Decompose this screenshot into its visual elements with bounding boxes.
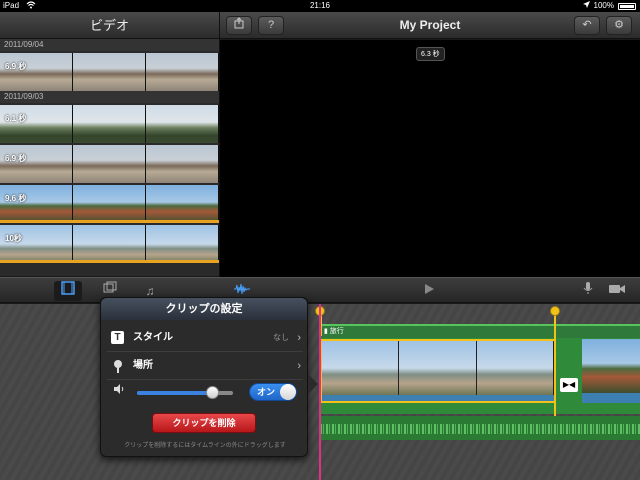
audio-waveform	[320, 424, 640, 434]
volume-slider-fill	[137, 391, 212, 395]
clip-frame	[399, 341, 477, 395]
settings-button[interactable]: ⚙	[606, 16, 632, 35]
audio-toggle-label: オン	[257, 387, 276, 397]
media-clip[interactable]: 9.6 秒	[0, 185, 219, 223]
video-viewer[interactable]: 6.3 秒	[220, 40, 640, 277]
camera-icon	[608, 284, 626, 298]
speaker-icon	[113, 384, 125, 397]
media-browser-list[interactable]: 2011/09/04 6.9 秒 2011/09/03 6.1 秒 6.9 秒 9.6 秒…	[0, 39, 219, 276]
clip-thumbnails	[0, 53, 219, 91]
clip-thumbnails	[322, 341, 554, 395]
toggle-knob	[280, 384, 296, 400]
photos-icon	[103, 281, 117, 298]
location-arrow-icon	[582, 0, 590, 12]
clip-frame	[0, 185, 73, 220]
style-row[interactable]: T スタイル なし ›	[107, 324, 303, 352]
delete-clip-button[interactable]: クリップを削除	[152, 413, 256, 433]
location-row[interactable]: 場所 ›	[107, 352, 303, 380]
media-clip[interactable]: 6.9 秒	[0, 145, 219, 183]
clip-frame	[0, 225, 73, 260]
status-bar: iPad 21:16 100%	[0, 0, 640, 12]
duration-badge: 6.3 秒	[416, 47, 445, 61]
clip-duration: 10秒	[5, 234, 22, 243]
clip-thumbnails	[0, 145, 219, 183]
clock: 21:16	[309, 1, 331, 10]
clip-frame	[476, 341, 554, 395]
popover-title: クリップの設定	[101, 298, 307, 320]
play-button[interactable]	[420, 281, 438, 301]
clip-duration: 9.6 秒	[5, 194, 27, 203]
popover-arrow	[308, 374, 318, 394]
transition-icon: ▶◀	[562, 380, 576, 389]
audio-track[interactable]	[320, 416, 640, 440]
undo-button[interactable]: ↶	[574, 16, 600, 35]
clip-frame	[73, 105, 146, 143]
clip-thumbnails	[0, 225, 219, 260]
location-label: 場所	[133, 360, 153, 371]
clip-frame	[322, 341, 400, 395]
video-clips-icon	[61, 281, 75, 298]
viewer-header: ? My Project ↶ ⚙	[220, 12, 640, 39]
chevron-right-icon: ›	[297, 360, 301, 372]
play-icon	[423, 284, 435, 298]
style-value: なし	[273, 333, 289, 342]
undo-icon: ↶	[582, 19, 592, 31]
clip-frame	[73, 185, 146, 220]
clip-frame	[146, 225, 219, 260]
clip-frame	[0, 105, 73, 143]
imovie-screen: iPad 21:16 100% ビデオ 2011/09/04 6.9 秒 2011/…	[0, 0, 640, 480]
video-clips-tab[interactable]	[54, 281, 82, 301]
delete-hint: クリップを削除するにはタイムラインの外にドラッグします	[124, 443, 286, 449]
clip-frame	[0, 53, 73, 91]
media-clip[interactable]: 6.1 秒	[0, 105, 219, 143]
location-pin-icon	[114, 360, 122, 373]
date-header: 2011/09/03	[0, 91, 219, 103]
media-browser-title: ビデオ	[0, 12, 219, 39]
clip-duration: 6.9 秒	[5, 62, 27, 71]
clip-frame	[146, 145, 219, 183]
media-clip[interactable]: 6.9 秒	[0, 53, 219, 91]
selected-timeline-clip[interactable]	[320, 339, 556, 403]
clip-frame	[582, 339, 640, 393]
transition-button[interactable]: ▶◀	[560, 378, 578, 392]
status-right: 100%	[582, 0, 636, 12]
video-track: ▮ 旅行 ▶◀	[320, 324, 640, 414]
chevron-right-icon: ›	[297, 332, 301, 344]
clip-thumbnails	[0, 185, 219, 220]
media-clip[interactable]: 10秒	[0, 225, 219, 263]
clip-duration: 6.1 秒	[5, 114, 27, 123]
clip-frame	[146, 53, 219, 91]
audio-toggle[interactable]: オン	[249, 383, 297, 401]
battery-percent: 100%	[593, 1, 614, 10]
title-label: 旅行	[329, 328, 344, 335]
clip-frame	[146, 185, 219, 220]
battery-icon	[618, 2, 636, 10]
style-label: スタイル	[133, 332, 173, 343]
camera-button[interactable]	[606, 281, 628, 301]
clip-duration: 6.9 秒	[5, 154, 27, 163]
clip-frame	[73, 145, 146, 183]
title-bar[interactable]: ▮ 旅行	[320, 326, 640, 338]
bottom-toolbar: ♫	[0, 277, 640, 303]
music-icon: ♫	[145, 284, 155, 298]
gear-icon: ⚙	[614, 19, 624, 31]
microphone-icon	[583, 282, 593, 298]
volume-slider[interactable]	[137, 386, 233, 399]
title-style-icon: T	[111, 331, 124, 344]
trim-handle-right[interactable]	[550, 306, 560, 316]
volume-slider-knob[interactable]	[205, 386, 219, 399]
next-timeline-clip[interactable]	[582, 339, 640, 403]
clip-frame	[0, 145, 73, 183]
clip-settings-popover: クリップの設定 T スタイル なし › 場所 › オン クリップを削除 クリップ…	[100, 297, 318, 457]
clip-frame	[146, 105, 219, 143]
playhead[interactable]	[319, 304, 321, 480]
clip-frame	[73, 225, 146, 260]
clip-thumbnails	[0, 105, 219, 143]
microphone-button[interactable]	[580, 281, 596, 301]
date-header: 2011/09/04	[0, 39, 219, 51]
clip-frame	[73, 53, 146, 91]
trim-line-right	[554, 312, 556, 416]
audio-waveform-icon	[233, 283, 251, 298]
